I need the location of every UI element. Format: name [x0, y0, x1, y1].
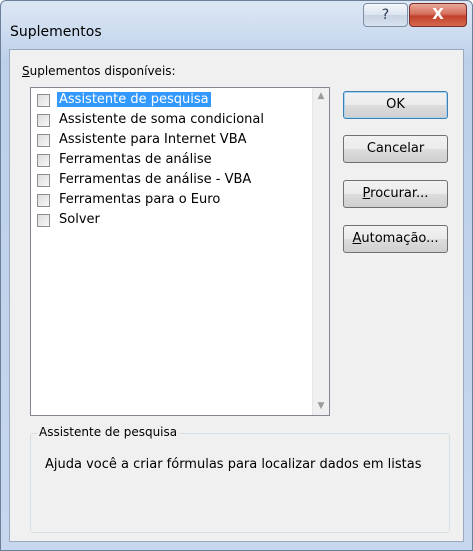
- list-item-label: Assistente de soma condicional: [59, 112, 264, 127]
- cancel-button[interactable]: Cancelar: [343, 135, 448, 163]
- help-button[interactable]: ?: [363, 3, 408, 27]
- addins-listbox[interactable]: Assistente de pesquisa Assistente de som…: [30, 87, 330, 416]
- list-item-label: Assistente de pesquisa: [57, 92, 211, 107]
- addin-checkbox[interactable]: [37, 94, 50, 107]
- addin-checkbox[interactable]: [37, 214, 50, 227]
- addins-dialog: Suplementos ? X Suplementos disponíveis:…: [0, 0, 473, 551]
- scroll-up-arrow-icon[interactable]: ▲: [313, 88, 329, 105]
- scroll-down-arrow-icon[interactable]: ▼: [313, 398, 329, 415]
- dialog-body: Suplementos disponíveis: Assistente de p…: [9, 49, 464, 542]
- list-item[interactable]: Assistente de pesquisa: [36, 91, 308, 111]
- description-text: Ajuda você a criar fórmulas para localiz…: [45, 457, 422, 472]
- description-title: Assistente de pesquisa: [37, 425, 180, 439]
- list-item-label: Ferramentas para o Euro: [59, 192, 221, 207]
- dialog-title: Suplementos: [10, 24, 102, 40]
- addin-checkbox[interactable]: [37, 194, 50, 207]
- close-icon: X: [432, 5, 444, 23]
- description-group: Assistente de pesquisa Ajuda você a cria…: [30, 425, 450, 533]
- list-item-label: Ferramentas de análise - VBA: [59, 172, 252, 187]
- close-button[interactable]: X: [409, 3, 467, 27]
- addins-list-label: Suplementos disponíveis:: [22, 64, 176, 78]
- title-bar[interactable]: Suplementos ? X: [1, 1, 472, 49]
- addin-checkbox[interactable]: [37, 134, 50, 147]
- automation-button[interactable]: Automação...: [343, 225, 448, 253]
- list-scrollbar[interactable]: ▲ ▼: [312, 88, 329, 415]
- help-icon: ?: [381, 7, 390, 23]
- list-item[interactable]: Ferramentas de análise: [36, 151, 308, 171]
- list-item[interactable]: Ferramentas para o Euro: [36, 191, 308, 211]
- ok-button[interactable]: OK: [343, 91, 448, 119]
- list-item[interactable]: Assistente de soma condicional: [36, 111, 308, 131]
- list-item[interactable]: Solver: [36, 211, 308, 231]
- list-item-label: Assistente para Internet VBA: [59, 132, 247, 147]
- list-item-label: Ferramentas de análise: [59, 152, 212, 167]
- addin-checkbox[interactable]: [37, 154, 50, 167]
- addin-checkbox[interactable]: [37, 114, 50, 127]
- list-item[interactable]: Ferramentas de análise - VBA: [36, 171, 308, 191]
- list-item-label: Solver: [59, 212, 100, 227]
- browse-button[interactable]: Procurar...: [343, 180, 448, 208]
- addin-checkbox[interactable]: [37, 174, 50, 187]
- list-item[interactable]: Assistente para Internet VBA: [36, 131, 308, 151]
